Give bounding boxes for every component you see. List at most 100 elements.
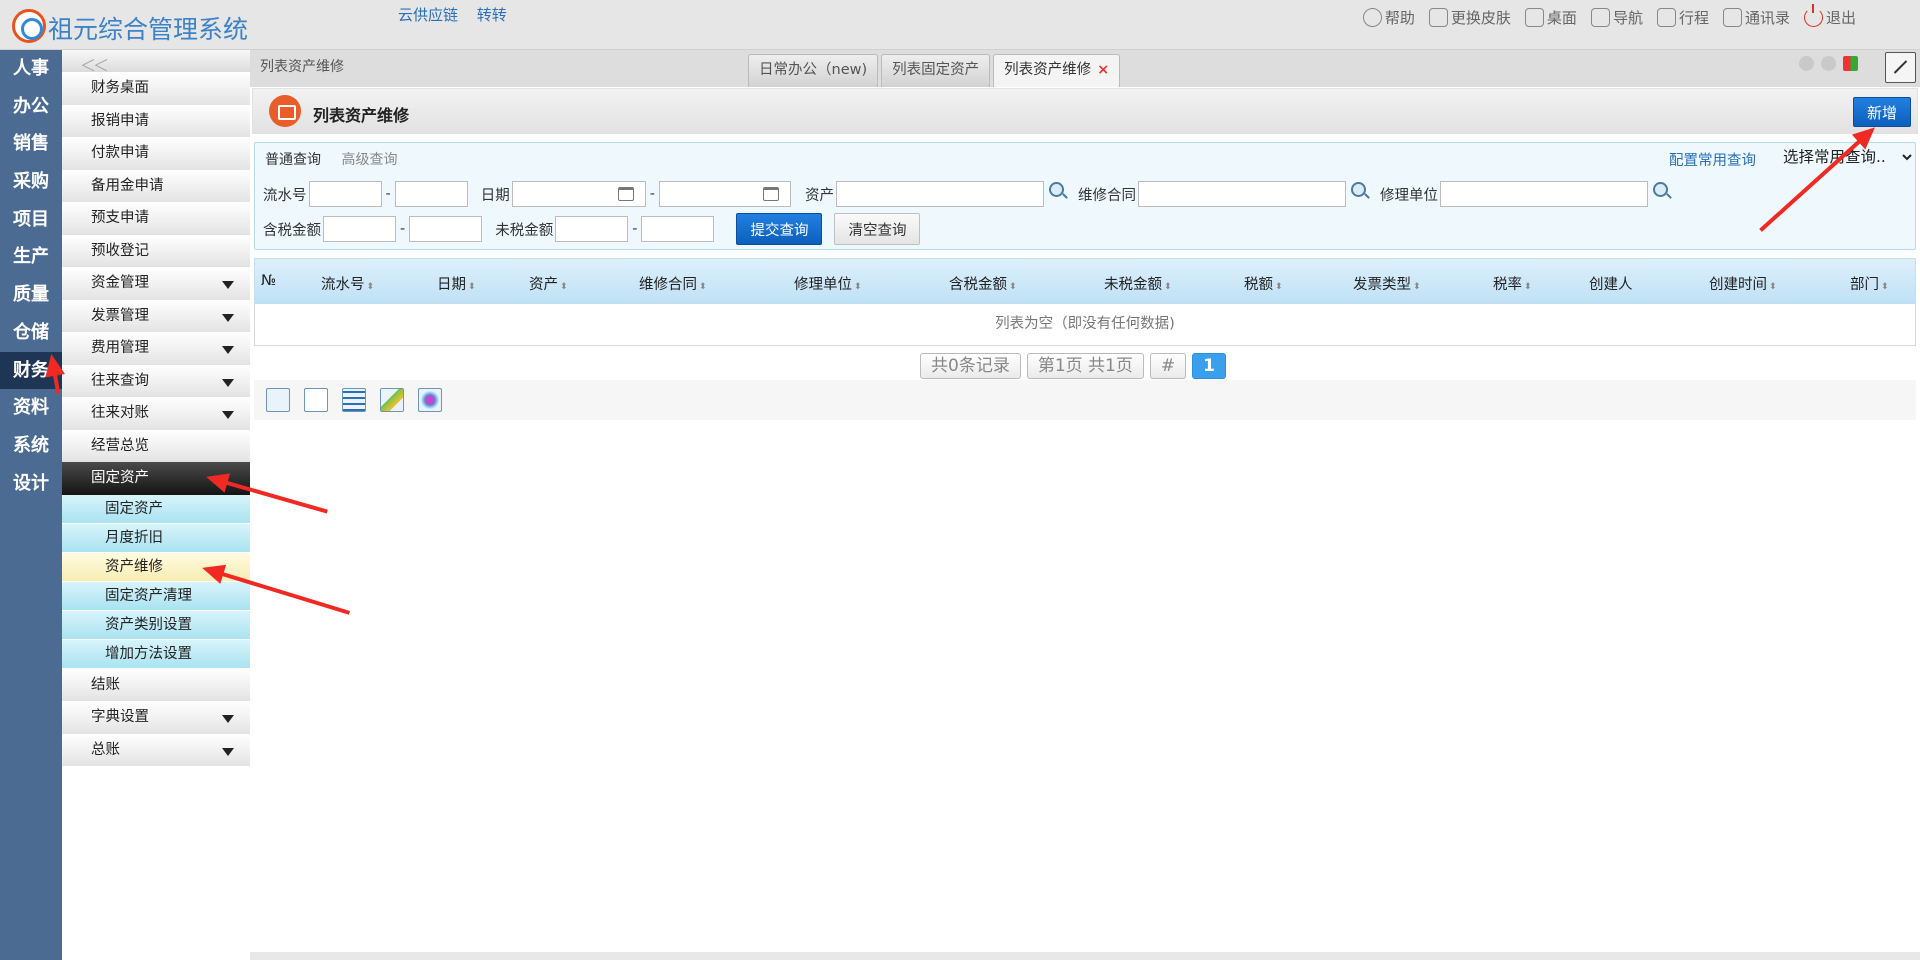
nav-business-overview[interactable]: 经营总览 <box>62 429 250 462</box>
nav-invoice-management[interactable]: 发票管理 <box>62 299 250 332</box>
change-skin-button[interactable]: 更换皮肤 <box>1428 7 1511 28</box>
col-label: 修理单位 <box>794 277 852 293</box>
add-button[interactable]: 新增 <box>1853 97 1911 127</box>
nav-reconciliation[interactable]: 往来对账 <box>62 397 250 430</box>
untaxed-amount-from-input[interactable] <box>555 216 629 242</box>
nav-sub-fixed-assets[interactable]: 固定资产 <box>62 494 250 524</box>
col-serial[interactable]: 流水号 ⬍ <box>321 273 374 294</box>
puzzle-icon[interactable] <box>418 388 442 412</box>
select-icon[interactable] <box>266 388 290 412</box>
tab-advanced-query[interactable]: 高级查询 <box>341 152 397 168</box>
col-creator: 创建人 <box>1589 273 1633 294</box>
nav-expense-request[interactable]: 报销申请 <box>62 104 250 137</box>
nav-advance-request[interactable]: 预支申请 <box>62 202 250 235</box>
sort-icon: ⬍ <box>1524 282 1532 292</box>
bottom-scrollbar[interactable] <box>250 952 1920 960</box>
nav-sub-addition-method-settings[interactable]: 增加方法设置 <box>62 639 250 669</box>
col-department[interactable]: 部门 ⬍ <box>1850 273 1889 294</box>
help-button[interactable]: 帮助 <box>1362 7 1415 28</box>
col-invoice-type[interactable]: 发票类型 ⬍ <box>1353 273 1421 294</box>
edit-icon[interactable] <box>380 388 404 412</box>
logout-button[interactable]: 退出 <box>1803 4 1856 28</box>
module-quality[interactable]: 质量 <box>0 276 62 314</box>
contract-search-icon[interactable] <box>1350 181 1366 197</box>
module-office[interactable]: 办公 <box>0 88 62 126</box>
page-1-button[interactable]: 1 <box>1192 353 1226 379</box>
repair-unit-search-icon[interactable] <box>1652 181 1668 197</box>
asset-input[interactable] <box>835 181 1044 207</box>
col-untaxed-amount[interactable]: 未税金额 ⬍ <box>1104 273 1172 294</box>
nav-payment-request[interactable]: 付款申请 <box>62 137 250 170</box>
tab-nav-controls <box>1799 56 1858 71</box>
contacts-button[interactable]: 通讯录 <box>1722 7 1790 28</box>
taxed-amount-from-input[interactable] <box>323 216 396 242</box>
col-created-time[interactable]: 创建时间 ⬍ <box>1709 273 1777 294</box>
contacts-label: 通讯录 <box>1744 9 1790 27</box>
caret-down-icon <box>222 411 234 419</box>
module-sales[interactable]: 销售 <box>0 125 62 163</box>
collapse-sidebar-button[interactable]: ＜＜ <box>62 50 250 75</box>
clear-query-button[interactable]: 清空查询 <box>834 213 921 245</box>
nav-general-ledger[interactable]: 总账 <box>62 733 250 766</box>
nav-sub-asset-disposal[interactable]: 固定资产清理 <box>62 581 250 611</box>
module-design[interactable]: 设计 <box>0 465 62 503</box>
top-link-zhuanzhuan[interactable]: 转转 <box>477 6 507 24</box>
module-system[interactable]: 系统 <box>0 427 62 465</box>
nav-prepayment-register[interactable]: 预收登记 <box>62 234 250 267</box>
tab-fixed-assets-list[interactable]: 列表固定资产 <box>881 54 991 87</box>
calendar-icon[interactable] <box>762 187 779 201</box>
nav-fund-management[interactable]: 资金管理 <box>62 267 250 300</box>
untaxed-amount-to-input[interactable] <box>641 216 715 242</box>
desktop-button[interactable]: 桌面 <box>1524 7 1577 28</box>
table-icon[interactable] <box>342 388 366 412</box>
nav-petty-cash-request[interactable]: 备用金申请 <box>62 169 250 202</box>
record-count: 共0条记录 <box>920 353 1021 379</box>
nav-cost-management[interactable]: 费用管理 <box>62 332 250 365</box>
module-purchase[interactable]: 采购 <box>0 163 62 201</box>
nav-closing[interactable]: 结账 <box>62 668 250 701</box>
document-icon[interactable] <box>304 388 328 412</box>
col-label: 创建人 <box>1589 277 1633 293</box>
taxed-amount-to-input[interactable] <box>409 216 483 242</box>
col-contract[interactable]: 维修合同 ⬍ <box>639 273 707 294</box>
col-taxed-amount[interactable]: 含税金额 ⬍ <box>949 273 1017 294</box>
calendar-icon[interactable] <box>617 187 634 201</box>
module-materials[interactable]: 资料 <box>0 389 62 427</box>
serial-from-input[interactable] <box>308 181 382 207</box>
close-tab-icon[interactable]: × <box>1097 62 1109 78</box>
nav-account-query[interactable]: 往来查询 <box>62 364 250 397</box>
nav-finance-desktop[interactable]: 财务桌面 <box>62 72 250 105</box>
col-tax[interactable]: 税额 ⬍ <box>1244 273 1283 294</box>
tab-daily-office[interactable]: 日常办公（new) <box>748 54 879 87</box>
module-project[interactable]: 项目 <box>0 201 62 239</box>
module-warehouse[interactable]: 仓储 <box>0 314 62 352</box>
nav-sub-asset-category-settings[interactable]: 资产类别设置 <box>62 610 250 640</box>
tab-menu-icon[interactable] <box>1843 56 1858 71</box>
finance-subnav: ＜＜ 财务桌面 报销申请 付款申请 备用金申请 预支申请 预收登记 资金管理 发… <box>62 50 250 960</box>
tab-normal-query[interactable]: 普通查询 <box>265 152 321 168</box>
serial-to-input[interactable] <box>394 181 468 207</box>
tab-scroll-left-icon[interactable] <box>1799 56 1814 71</box>
page-jump-button[interactable]: # <box>1149 353 1187 379</box>
configure-saved-query-link[interactable]: 配置常用查询 <box>1669 149 1756 170</box>
tab-asset-repair-list[interactable]: 列表资产维修 × <box>993 54 1121 87</box>
nav-sub-monthly-depreciation[interactable]: 月度折旧 <box>62 523 250 553</box>
submit-query-button[interactable]: 提交查询 <box>736 213 823 245</box>
navigation-button[interactable]: 导航 <box>1590 7 1643 28</box>
module-hr[interactable]: 人事 <box>0 50 62 88</box>
nav-dictionary-settings[interactable]: 字典设置 <box>62 701 250 734</box>
contract-input[interactable] <box>1137 181 1346 207</box>
sort-icon: ⬍ <box>1275 282 1283 292</box>
col-asset[interactable]: 资产 ⬍ <box>529 273 568 294</box>
col-repair-unit[interactable]: 修理单位 ⬍ <box>794 273 862 294</box>
table-empty-message: 列表为空（即没有任何数据) <box>254 304 1916 346</box>
col-date[interactable]: 日期 ⬍ <box>437 273 476 294</box>
tab-scroll-right-icon[interactable] <box>1821 56 1836 71</box>
schedule-button[interactable]: 行程 <box>1656 7 1709 28</box>
repair-unit-input[interactable] <box>1439 181 1648 207</box>
asset-search-icon[interactable] <box>1048 181 1064 197</box>
col-tax-rate[interactable]: 税率 ⬍ <box>1493 273 1532 294</box>
fullscreen-icon[interactable] <box>1885 52 1916 83</box>
module-production[interactable]: 生产 <box>0 238 62 276</box>
top-link-supply-chain[interactable]: 云供应链 <box>398 6 458 24</box>
